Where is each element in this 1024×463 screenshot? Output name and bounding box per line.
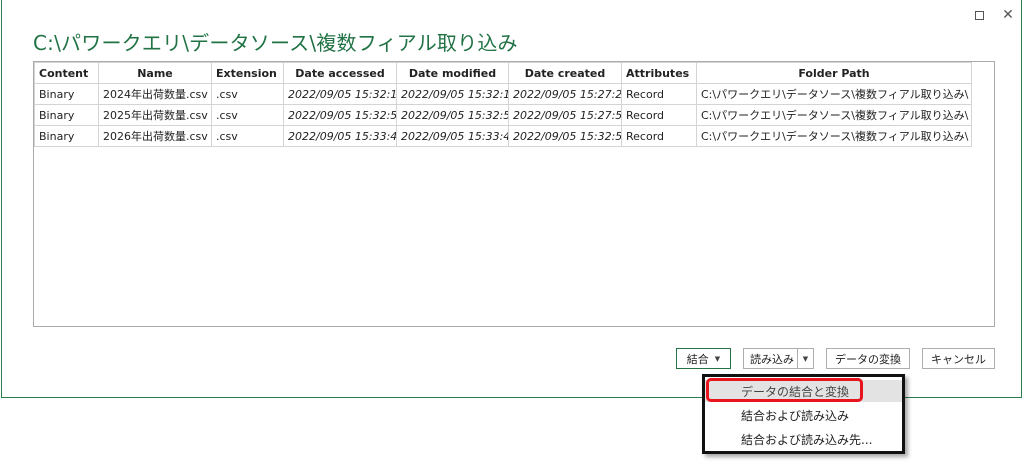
chevron-down-icon: ▼ — [714, 354, 721, 363]
cell-extension: .csv — [211, 104, 284, 126]
cell-attributes: Record — [621, 83, 697, 105]
menu-item-combine-and-load-to[interactable]: 結合および読み込み先... — [705, 428, 902, 450]
column-header-extension[interactable]: Extension — [211, 62, 284, 84]
cell-name: 2025年出荷数量.csv — [98, 104, 212, 126]
cell-date-accessed: 2022/09/05 15:33:40 — [283, 125, 397, 147]
close-icon: ✕ — [1002, 7, 1014, 23]
cell-date-modified: 2022/09/05 15:32:14 — [396, 83, 509, 105]
dialog-title: C:\パワークエリ\データソース\複数フィアル取り込み — [33, 31, 518, 55]
cell-date-created: 2022/09/05 15:32:58 — [508, 125, 622, 147]
load-split-button[interactable]: 読み込み ▼ — [743, 348, 814, 369]
cell-date-modified: 2022/09/05 15:33:40 — [396, 125, 509, 147]
menu-item-combine-and-transform[interactable]: データの結合と変換 — [705, 380, 902, 402]
cell-date-accessed: 2022/09/05 15:32:14 — [283, 83, 397, 105]
column-header-attributes[interactable]: Attributes — [621, 62, 697, 84]
maximize-button[interactable] — [970, 6, 988, 24]
cell-name: 2024年出荷数量.csv — [98, 83, 212, 105]
combine-dropdown-button[interactable]: 結合 ▼ — [676, 348, 731, 369]
cell-name: 2026年出荷数量.csv — [98, 125, 212, 147]
cell-date-created: 2022/09/05 15:27:57 — [508, 104, 622, 126]
close-button[interactable]: ✕ — [999, 6, 1017, 24]
column-header-date-modified[interactable]: Date modified — [396, 62, 509, 84]
cell-content: Binary — [34, 104, 99, 126]
chevron-down-icon[interactable]: ▼ — [797, 349, 814, 368]
column-header-date-created[interactable]: Date created — [508, 62, 622, 84]
combine-button-label: 結合 — [686, 352, 709, 366]
cell-content: Binary — [34, 83, 99, 105]
cell-attributes: Record — [621, 104, 697, 126]
cell-extension: .csv — [211, 83, 284, 105]
menu-item-combine-and-load[interactable]: 結合および読み込み — [705, 404, 902, 426]
column-header-folder-path[interactable]: Folder Path — [696, 62, 972, 84]
cell-folder-path: C:\パワークエリ\データソース\複数フィアル取り込み\ — [696, 125, 972, 147]
table-row[interactable]: Binary 2025年出荷数量.csv .csv 2022/09/05 15:… — [34, 104, 972, 126]
cancel-button[interactable]: キャンセル — [922, 348, 995, 369]
navigator-dialog: ✕ C:\パワークエリ\データソース\複数フィアル取り込み Content Na… — [1, 0, 1022, 398]
column-header-name[interactable]: Name — [98, 62, 212, 84]
load-button-label[interactable]: 読み込み — [744, 351, 794, 367]
cell-date-created: 2022/09/05 15:27:28 — [508, 83, 622, 105]
table-row[interactable]: Binary 2024年出荷数量.csv .csv 2022/09/05 15:… — [34, 83, 972, 105]
cell-attributes: Record — [621, 125, 697, 147]
page: ✕ C:\パワークエリ\データソース\複数フィアル取り込み Content Na… — [0, 0, 1024, 463]
cell-extension: .csv — [211, 125, 284, 147]
file-table: Content Name Extension Date accessed Dat… — [34, 62, 972, 147]
maximize-icon — [974, 10, 984, 20]
cell-date-accessed: 2022/09/05 15:32:53 — [283, 104, 397, 126]
table-header-row: Content Name Extension Date accessed Dat… — [34, 62, 972, 84]
transform-data-button[interactable]: データの変換 — [826, 348, 910, 369]
file-table-frame: Content Name Extension Date accessed Dat… — [33, 61, 995, 327]
column-header-date-accessed[interactable]: Date accessed — [283, 62, 397, 84]
cell-content: Binary — [34, 125, 99, 147]
combine-dropdown-menu: データの結合と変換 結合および読み込み 結合および読み込み先... — [702, 374, 905, 454]
cell-folder-path: C:\パワークエリ\データソース\複数フィアル取り込み\ — [696, 104, 972, 126]
cell-date-modified: 2022/09/05 15:32:53 — [396, 104, 509, 126]
cell-folder-path: C:\パワークエリ\データソース\複数フィアル取り込み\ — [696, 83, 972, 105]
table-row[interactable]: Binary 2026年出荷数量.csv .csv 2022/09/05 15:… — [34, 125, 972, 147]
column-header-content[interactable]: Content — [34, 62, 99, 84]
